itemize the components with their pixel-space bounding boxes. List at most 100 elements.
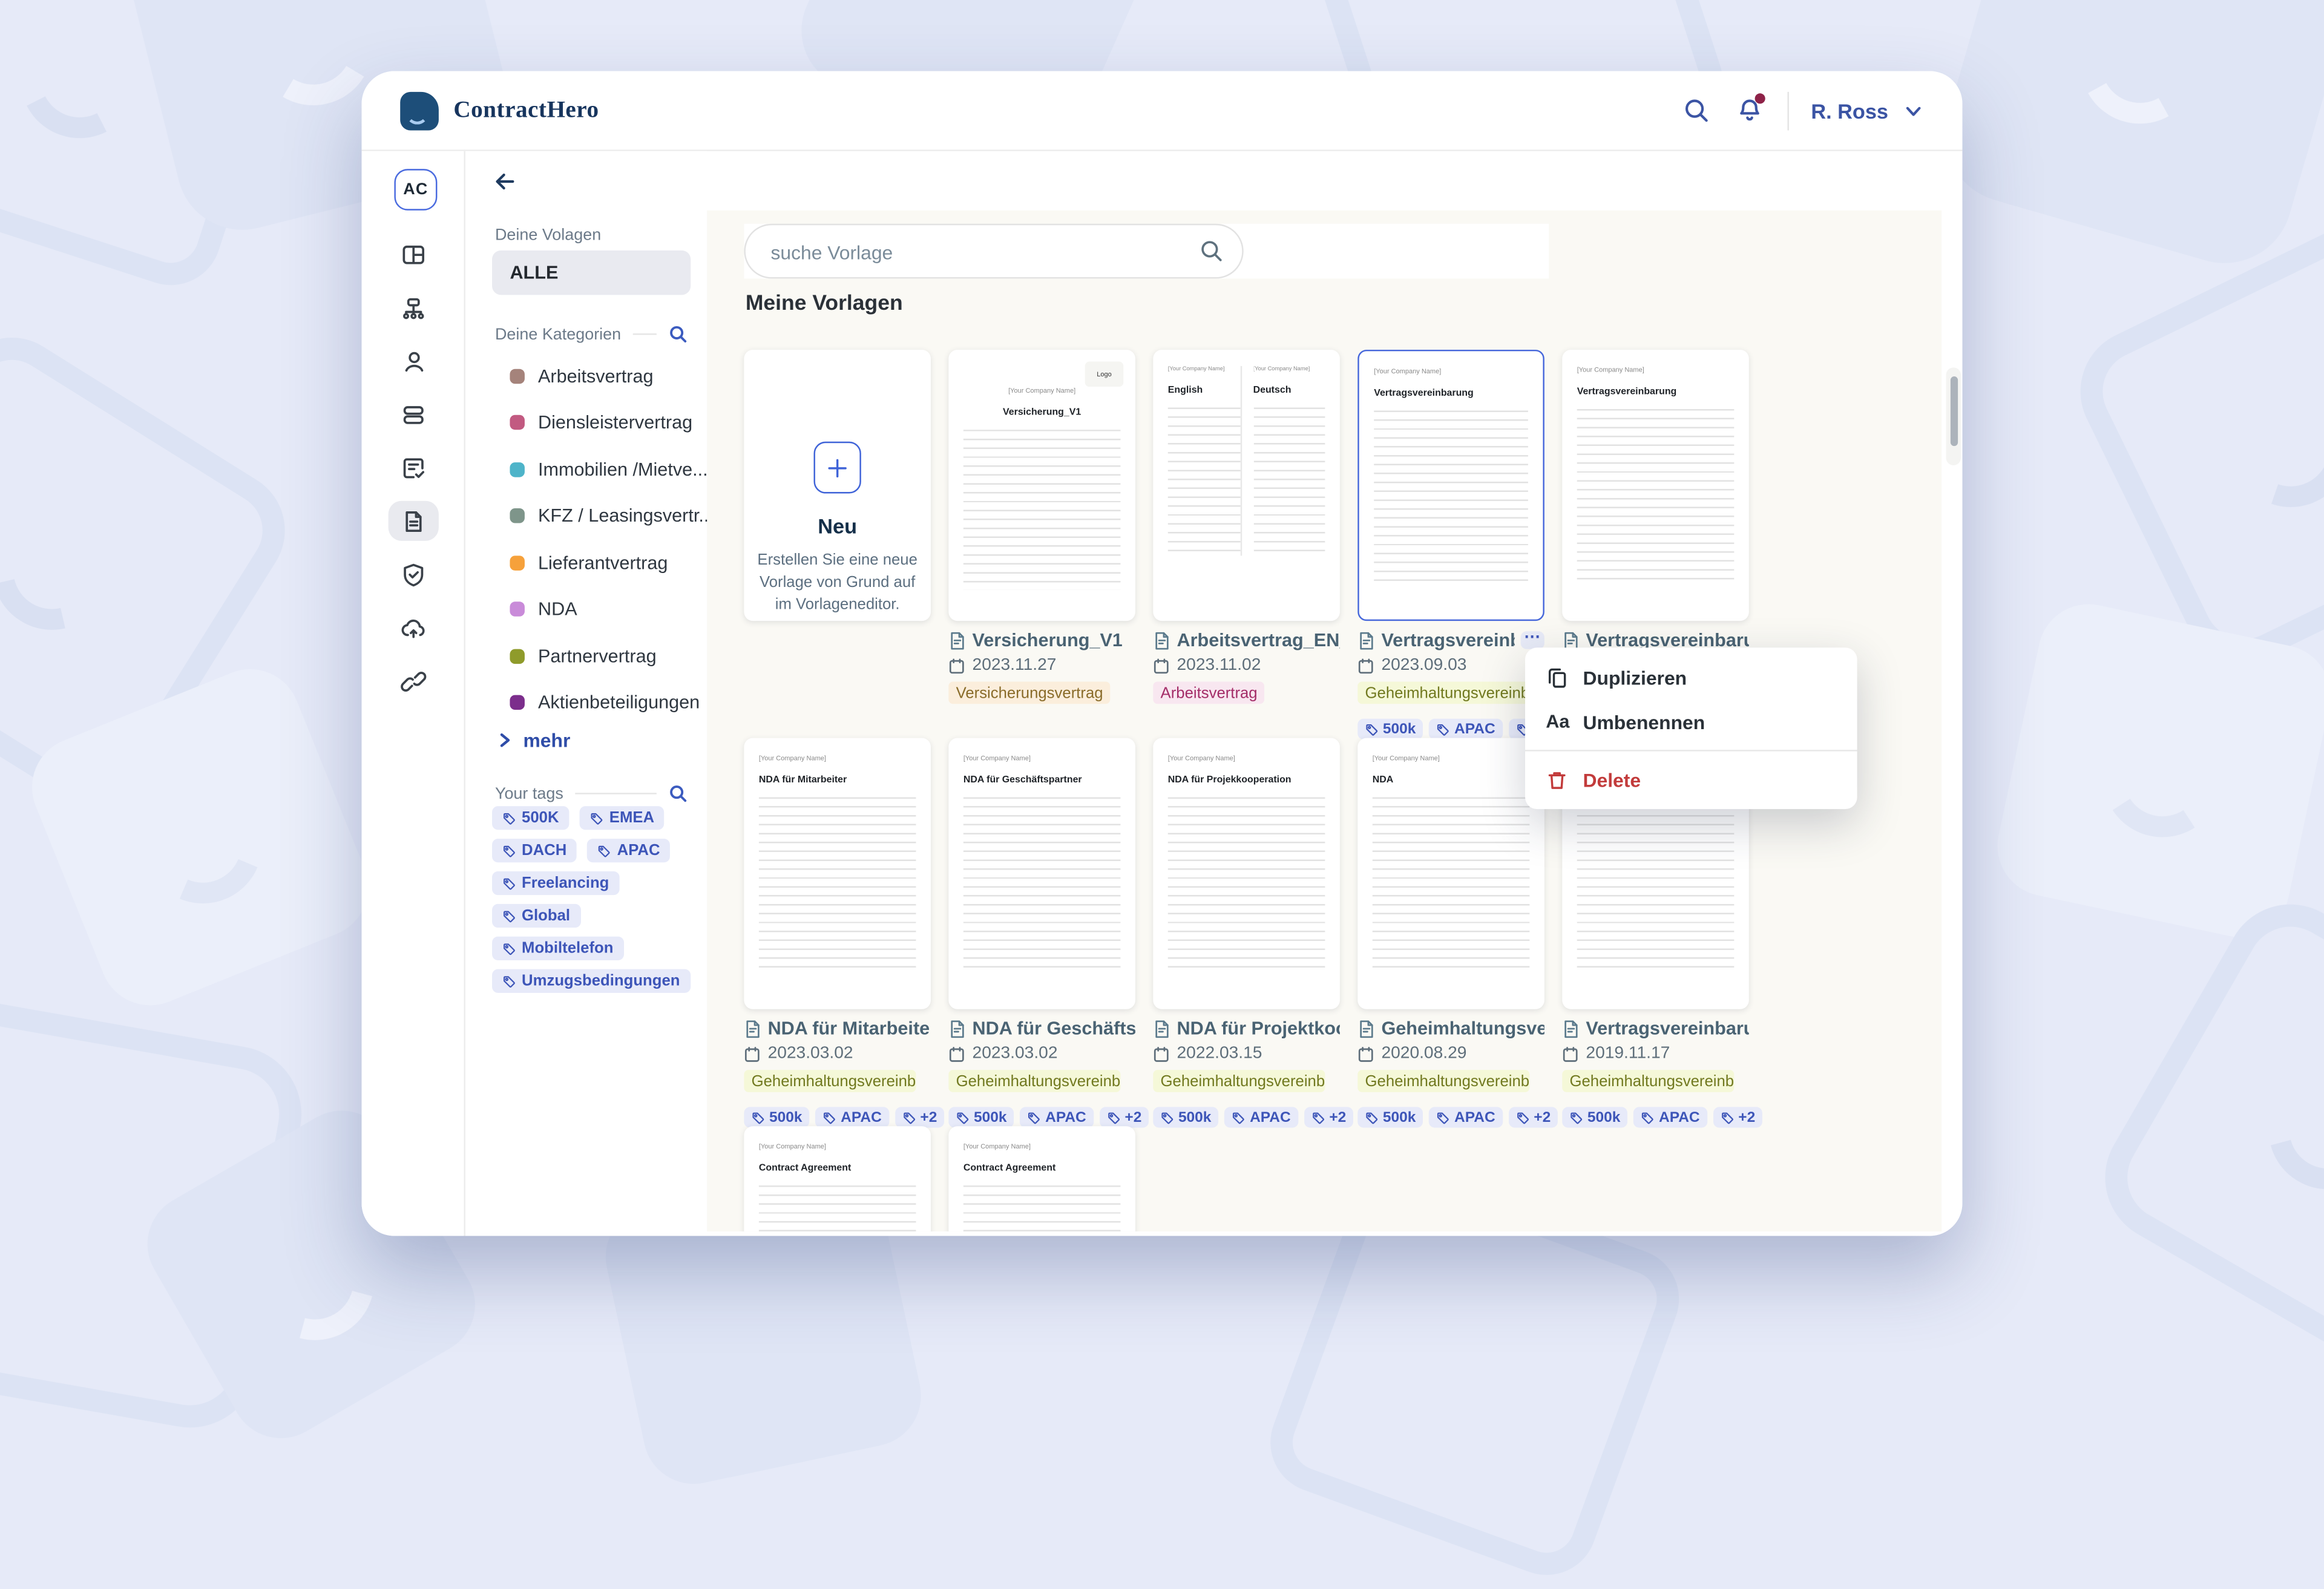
thumb-text-lines xyxy=(963,1185,1121,1231)
workspace-badge[interactable]: AC xyxy=(394,169,437,211)
thumb-col-title: Deutsch xyxy=(1253,385,1325,396)
template-name-row[interactable]: NDA für Projektkoope... xyxy=(1153,1018,1340,1038)
template-card[interactable]: [Your Company Name] NDA für Geschäftspar… xyxy=(948,738,1135,1127)
category-item[interactable]: Lieferantvertrag xyxy=(465,539,707,586)
scrollbar-thumb[interactable] xyxy=(1950,376,1957,446)
thumb-text-lines xyxy=(963,430,1121,589)
template-thumbnail[interactable]: [Your Company Name] NDA für Geschäftspar… xyxy=(948,738,1135,1009)
calendar-icon xyxy=(1357,1046,1374,1062)
template-search-input[interactable] xyxy=(768,225,1189,280)
template-name-row[interactable]: NDA für Geschäftspar... xyxy=(948,1018,1135,1038)
nav-tasks[interactable] xyxy=(389,448,439,488)
tag-search-icon[interactable] xyxy=(668,784,688,804)
tag-chip: +2 xyxy=(1713,1107,1763,1127)
context-menu: Duplizieren Aa Umbenennen Delete xyxy=(1525,647,1857,809)
tag-chip: 500k xyxy=(1562,1107,1627,1127)
sidebar-tag-chip[interactable]: DACH xyxy=(492,839,577,862)
category-chip: Geheimhaltungsvereinbarung xyxy=(948,1070,1120,1092)
notifications-button[interactable] xyxy=(1735,96,1764,125)
template-name-row[interactable]: NDA für Mitarbeiter xyxy=(744,1018,931,1038)
menu-label: Delete xyxy=(1583,768,1641,791)
category-color-dot xyxy=(510,649,524,663)
template-thumbnail[interactable]: [Your Company Name] English [Your Compan… xyxy=(1153,350,1340,621)
tags-header: Your tags xyxy=(495,784,688,804)
menu-item-duplicate[interactable]: Duplizieren xyxy=(1525,655,1857,699)
template-name-row[interactable]: Vertragsvereinbarung... xyxy=(1562,1018,1749,1038)
nav-entries[interactable] xyxy=(389,394,439,434)
more-options-button[interactable]: ⋯ xyxy=(1521,631,1544,649)
thumb-company-line: [Your Company Name] xyxy=(1374,367,1528,375)
user-menu[interactable]: R. Ross xyxy=(1811,99,1888,122)
category-chip: Geheimhaltungsvereinbarung xyxy=(1562,1070,1734,1092)
sidebar-tag-chip[interactable]: Mobiltelefon xyxy=(492,937,624,960)
nav-templates[interactable] xyxy=(389,501,439,541)
template-thumbnail[interactable]: [Your Company Name] NDA xyxy=(1357,738,1544,1009)
category-item[interactable]: Diensleistervertrag xyxy=(465,399,707,446)
sidebar-tag-chip[interactable]: Freelancing xyxy=(492,871,619,895)
search-icon[interactable] xyxy=(1682,96,1710,125)
nav-upload[interactable] xyxy=(389,608,439,647)
template-card[interactable]: [Your Company Name] NDA Geheimhaltungsve… xyxy=(1357,738,1544,1127)
sidebar-tag-chip[interactable]: Umzugsbedingungen xyxy=(492,969,691,993)
back-arrow-icon[interactable] xyxy=(492,169,517,194)
tag-icon xyxy=(1437,1111,1450,1124)
template-name-row[interactable]: Versicherung_V1 xyxy=(948,630,1135,650)
category-item[interactable]: NDA xyxy=(465,586,707,633)
tag-chip: 500k xyxy=(1357,719,1423,739)
category-item[interactable]: Aktienbeteiligungen xyxy=(465,680,707,726)
template-thumbnail[interactable]: [Your Company Name] Vertragsvereinbarung xyxy=(1357,350,1544,621)
category-search-icon[interactable] xyxy=(668,324,688,344)
template-card-partial[interactable]: [Your Company Name] Contract Agreement xyxy=(948,1126,1135,1231)
nav-dashboard[interactable] xyxy=(389,234,439,274)
category-item[interactable]: KFZ / Leasingsvertr... xyxy=(465,493,707,539)
templates-content: Meine Vorlagen Neu Erstellen Sie eine ne… xyxy=(707,211,1942,1231)
template-thumbnail[interactable]: Logo [Your Company Name] Versicherung_V1 xyxy=(948,350,1135,621)
template-card[interactable]: [Your Company Name] NDA für Projekkooper… xyxy=(1153,738,1340,1127)
document-icon xyxy=(1562,1019,1580,1038)
sidebar-tag-chip[interactable]: Global xyxy=(492,904,580,928)
tag-chip: 500k xyxy=(1357,1107,1423,1127)
tag-icon xyxy=(502,811,516,825)
thumb-text-lines xyxy=(963,798,1121,969)
more-categories-link[interactable]: mehr xyxy=(496,729,570,752)
template-card[interactable]: Logo [Your Company Name] Versicherung_V1… xyxy=(948,350,1135,738)
template-name-row[interactable]: Vertragsvereinbar... ⋯ xyxy=(1357,630,1544,650)
template-name-row[interactable]: Geheimhaltungsvertrag xyxy=(1357,1018,1544,1038)
thumb-title: Vertragsvereinbarung xyxy=(1374,388,1528,399)
template-tag-row: 500kAPAC+2 xyxy=(948,1107,1135,1127)
contracthero-logo-icon xyxy=(400,91,439,130)
new-template-card[interactable]: Neu Erstellen Sie eine neue Vorlage von … xyxy=(744,350,931,738)
sidebar-tag-chip[interactable]: 500K xyxy=(492,806,570,830)
search-icon[interactable] xyxy=(1199,238,1224,264)
nav-integrations[interactable] xyxy=(389,661,439,701)
template-thumbnail[interactable]: [Your Company Name] NDA für Mitarbeiter xyxy=(744,738,931,1009)
chevron-down-icon[interactable] xyxy=(1903,100,1923,120)
template-thumbnail[interactable]: [Your Company Name] Contract Agreement xyxy=(744,1126,931,1231)
category-item[interactable]: Partnervertrag xyxy=(465,633,707,680)
template-card-partial[interactable]: [Your Company Name] Contract Agreement xyxy=(744,1126,931,1231)
template-card[interactable]: [Your Company Name] English [Your Compan… xyxy=(1153,350,1340,738)
menu-item-rename[interactable]: Aa Umbenennen xyxy=(1525,699,1857,744)
template-card[interactable]: [Your Company Name] Vertragsvereinbarung… xyxy=(1357,350,1544,738)
template-name-row[interactable]: Arbeitsvertrag_EN_DE xyxy=(1153,630,1340,650)
new-card-description: Erstellen Sie eine neue Vorlage von Grun… xyxy=(752,550,924,617)
nav-org-structure[interactable] xyxy=(389,287,439,327)
category-chip: Geheimhaltungsvereinbarun... xyxy=(1357,682,1529,704)
nav-contacts[interactable] xyxy=(389,341,439,381)
template-thumbnail[interactable]: [Your Company Name] NDA für Projekkooper… xyxy=(1153,738,1340,1009)
category-item[interactable]: Arbeitsvertrag xyxy=(465,353,707,399)
sidebar-tag-chip[interactable]: APAC xyxy=(588,839,671,862)
nav-compliance[interactable] xyxy=(389,554,439,594)
menu-item-delete[interactable]: Delete xyxy=(1525,757,1857,801)
template-card[interactable]: [Your Company Name] NDA für Mitarbeiter … xyxy=(744,738,931,1127)
template-name: Vertragsvereinbar... xyxy=(1381,630,1514,650)
template-thumbnail[interactable]: [Your Company Name] Contract Agreement xyxy=(948,1126,1135,1231)
template-thumbnail[interactable]: [Your Company Name] Vertragsvereinbarung xyxy=(1562,350,1749,621)
sidebar-tag-chip[interactable]: EMEA xyxy=(580,806,665,830)
template-date: 2023.11.27 xyxy=(973,657,1057,674)
menu-label: Umbenennen xyxy=(1583,710,1705,733)
category-item[interactable]: Immobilien /Mietve... xyxy=(465,446,707,493)
plus-icon xyxy=(813,442,861,494)
filter-all-button[interactable]: ALLE xyxy=(492,251,691,295)
calendar-icon xyxy=(1562,1046,1578,1062)
